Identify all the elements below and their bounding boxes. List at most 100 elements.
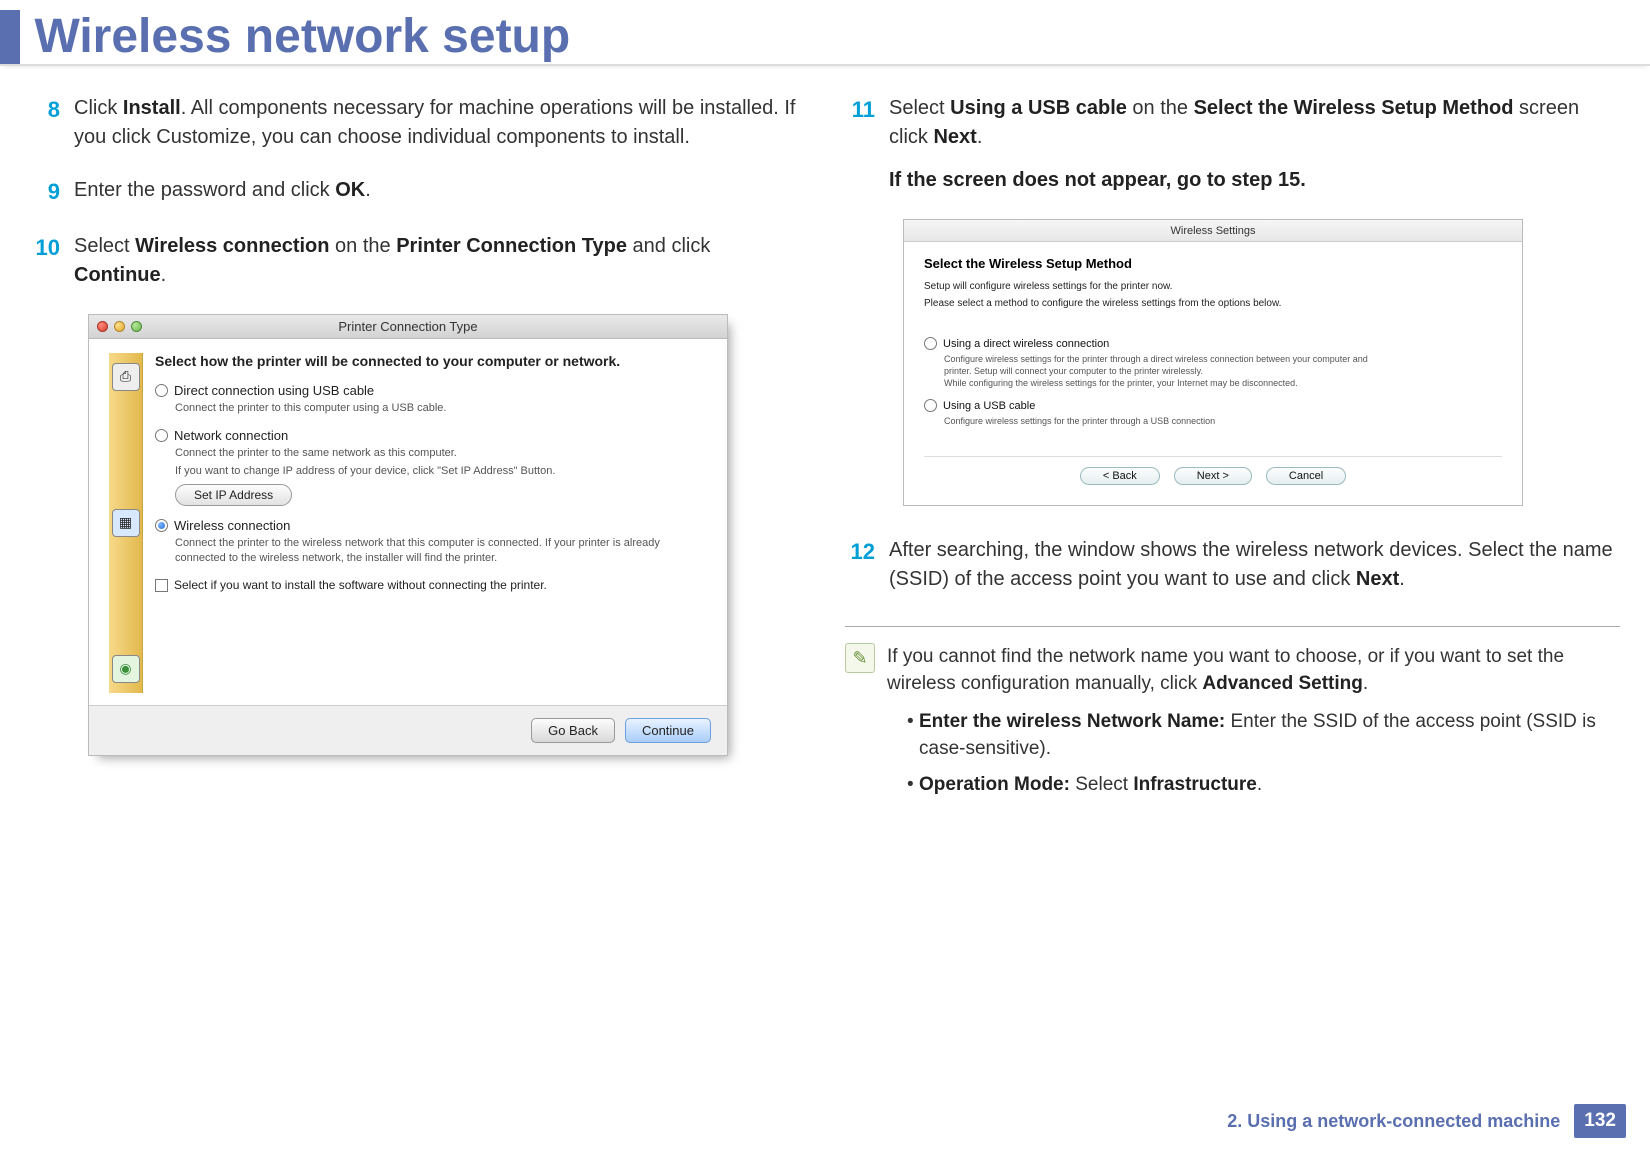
- options-panel: Select how the printer will be connected…: [155, 353, 707, 693]
- bold: Printer Connection Type: [396, 235, 627, 257]
- dialog-subtext: Please select a method to configure the …: [924, 298, 1502, 309]
- bold: Continue: [74, 264, 161, 286]
- dialog-body: Select the Wireless Setup Method Setup w…: [904, 242, 1522, 505]
- text: and click: [627, 235, 710, 257]
- step-12: 12 After searching, the window shows the…: [845, 536, 1620, 594]
- page-number-badge: 132: [1574, 1104, 1626, 1138]
- dialog-wireless-settings: Wireless Settings Select the Wireless Se…: [903, 219, 1523, 506]
- text: Select: [889, 97, 950, 119]
- text: on the: [329, 235, 396, 257]
- bold: Next: [1356, 568, 1399, 590]
- step-body: Click Install. All components necessary …: [74, 94, 805, 152]
- step-body: Enter the password and click OK.: [74, 176, 805, 208]
- dialog-title: Printer Connection Type: [89, 319, 727, 334]
- radio-icon[interactable]: [924, 399, 937, 412]
- continue-button[interactable]: Continue: [625, 718, 711, 743]
- dialog-titlebar: Printer Connection Type: [89, 315, 727, 339]
- option-label: Network connection: [174, 428, 288, 443]
- text: .: [161, 264, 167, 286]
- cancel-button[interactable]: Cancel: [1266, 467, 1346, 485]
- dialog-printer-connection-type: Printer Connection Type ⎙ ▦ ◉ Select how…: [88, 314, 728, 756]
- page-footer: 2. Using a network-connected machine 132: [1227, 1104, 1626, 1138]
- option-wireless[interactable]: Wireless connection Connect the printer …: [155, 518, 707, 566]
- option-desc: Configure wireless settings for the prin…: [944, 353, 1374, 389]
- option-desc: Connect the printer to the wireless netw…: [175, 536, 707, 566]
- network-icon: ▦: [112, 509, 140, 537]
- text: .: [1399, 568, 1405, 590]
- back-button[interactable]: < Back: [1080, 467, 1160, 485]
- option-desc: Connect the printer to the same network …: [175, 446, 707, 461]
- text: .: [365, 179, 371, 201]
- text: on the: [1127, 97, 1194, 119]
- option-usb-cable[interactable]: Using a USB cable Configure wireless set…: [924, 399, 1502, 427]
- bold: Infrastructure: [1133, 774, 1257, 795]
- step-number: 9: [30, 176, 74, 208]
- bold: Using a USB cable: [950, 97, 1127, 119]
- page-header: Wireless network setup: [0, 0, 1650, 66]
- note-body: If you cannot find the network name you …: [887, 643, 1620, 807]
- go-back-button[interactable]: Go Back: [531, 718, 615, 743]
- column-right: 11 Select Using a USB cable on the Selec…: [845, 94, 1620, 806]
- step-10: 10 Select Wireless connection on the Pri…: [30, 232, 805, 290]
- dialog-button-bar: Go Back Continue: [89, 705, 727, 755]
- radio-icon[interactable]: [155, 384, 168, 397]
- bold: Operation Mode:: [919, 774, 1070, 795]
- dialog-heading: Select the Wireless Setup Method: [924, 256, 1502, 271]
- text: Enter the password and click: [74, 179, 335, 201]
- bold: OK: [335, 179, 365, 201]
- sub-instruction: If the screen does not appear, go to ste…: [889, 166, 1620, 195]
- text: After searching, the window shows the wi…: [889, 539, 1613, 590]
- dialog-body: ⎙ ▦ ◉ Select how the printer will be con…: [89, 339, 727, 705]
- list-item: Operation Mode: Select Infrastructure.: [907, 771, 1620, 799]
- bold: Wireless connection: [135, 235, 329, 257]
- text: Click: [74, 97, 123, 119]
- radio-icon[interactable]: [155, 519, 168, 532]
- set-ip-button[interactable]: Set IP Address: [175, 484, 292, 506]
- dialog-button-bar: < Back Next > Cancel: [924, 456, 1502, 497]
- list-item: Enter the wireless Network Name: Enter t…: [907, 708, 1620, 763]
- sidebar-ruler: ⎙ ▦ ◉: [109, 353, 143, 693]
- option-desc: Connect the printer to this computer usi…: [175, 401, 707, 416]
- dialog-title: Wireless Settings: [904, 220, 1522, 242]
- page-title: Wireless network setup: [34, 10, 570, 64]
- bold: Install: [123, 97, 181, 119]
- step-9: 9 Enter the password and click OK.: [30, 176, 805, 208]
- checkbox-icon[interactable]: [155, 579, 168, 592]
- text: .: [1363, 673, 1368, 694]
- checkbox-label: Select if you want to install the softwa…: [174, 578, 547, 592]
- checkbox-row[interactable]: Select if you want to install the softwa…: [155, 578, 707, 592]
- option-usb[interactable]: Direct connection using USB cable Connec…: [155, 383, 707, 416]
- option-desc: If you want to change IP address of your…: [175, 464, 707, 479]
- footer-chapter: 2. Using a network-connected machine: [1227, 1111, 1560, 1132]
- bold: Enter the wireless Network Name:: [919, 711, 1225, 732]
- wifi-icon: ◉: [112, 655, 140, 683]
- radio-icon[interactable]: [924, 337, 937, 350]
- dialog-heading: Select how the printer will be connected…: [155, 353, 707, 369]
- step-body: Select Using a USB cable on the Select t…: [889, 94, 1620, 195]
- step-number: 12: [845, 536, 889, 594]
- option-label: Wireless connection: [174, 518, 290, 533]
- content-columns: 8 Click Install. All components necessar…: [0, 94, 1650, 806]
- options-panel: Using a direct wireless connection Confi…: [924, 337, 1502, 428]
- option-label: Using a USB cable: [943, 400, 1035, 412]
- bold: Next: [933, 126, 976, 148]
- column-left: 8 Click Install. All components necessar…: [30, 94, 805, 806]
- note-box: ✎ If you cannot find the network name yo…: [845, 626, 1620, 807]
- option-direct-wireless[interactable]: Using a direct wireless connection Confi…: [924, 337, 1502, 389]
- option-desc: Configure wireless settings for the prin…: [944, 415, 1374, 427]
- radio-icon[interactable]: [155, 429, 168, 442]
- step-11: 11 Select Using a USB cable on the Selec…: [845, 94, 1620, 195]
- note-icon: ✎: [845, 643, 875, 673]
- option-network[interactable]: Network connection Connect the printer t…: [155, 428, 707, 507]
- usb-icon: ⎙: [112, 363, 140, 391]
- option-label: Using a direct wireless connection: [943, 338, 1109, 350]
- step-body: Select Wireless connection on the Printe…: [74, 232, 805, 290]
- step-8: 8 Click Install. All components necessar…: [30, 94, 805, 152]
- text: . All components necessary for machine o…: [74, 97, 795, 148]
- option-label: Direct connection using USB cable: [174, 383, 374, 398]
- dialog-subtext: Setup will configure wireless settings f…: [924, 281, 1502, 292]
- step-body: After searching, the window shows the wi…: [889, 536, 1620, 594]
- step-number: 10: [30, 232, 74, 290]
- note-list: Enter the wireless Network Name: Enter t…: [907, 708, 1620, 799]
- next-button[interactable]: Next >: [1174, 467, 1252, 485]
